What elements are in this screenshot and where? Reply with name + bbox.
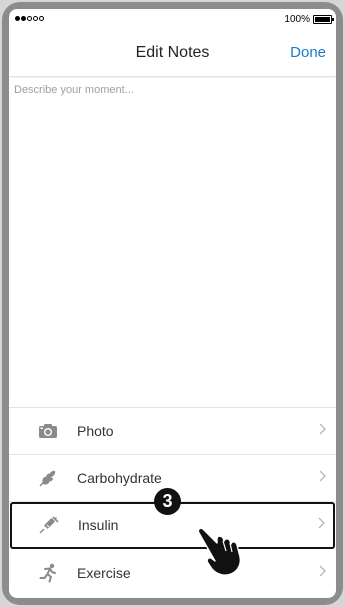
done-button[interactable]: Done — [290, 44, 326, 61]
menu-item-label: Carbohydrate — [77, 470, 162, 486]
camera-icon — [37, 421, 59, 441]
page-title: Edit Notes — [135, 44, 210, 61]
chevron-right-icon — [319, 469, 326, 487]
step-number-badge: 3 — [154, 488, 181, 515]
menu-item-label: Photo — [77, 423, 114, 439]
battery-percent: 100% — [284, 14, 310, 25]
menu-item-label: Insulin — [78, 517, 119, 533]
running-icon — [37, 563, 59, 583]
status-bar: 100% — [9, 9, 336, 31]
chevron-right-icon — [319, 422, 326, 440]
menu-item-photo[interactable]: Photo — [9, 408, 336, 455]
wheat-icon — [37, 468, 59, 488]
signal-strength-icon — [15, 16, 44, 21]
chevron-right-icon — [318, 516, 325, 534]
chevron-right-icon — [319, 564, 326, 582]
app-screen: 100% Edit Notes Done Photo — [9, 9, 336, 598]
battery-icon — [313, 15, 334, 24]
notes-input[interactable] — [9, 78, 336, 406]
menu-item-exercise[interactable]: Exercise — [9, 549, 336, 596]
hand-pointer-icon — [195, 527, 255, 582]
phone-frame: 100% Edit Notes Done Photo — [2, 2, 343, 605]
syringe-icon — [38, 515, 60, 535]
menu-item-label: Exercise — [77, 564, 131, 581]
navigation-bar: Edit Notes Done — [9, 31, 336, 77]
